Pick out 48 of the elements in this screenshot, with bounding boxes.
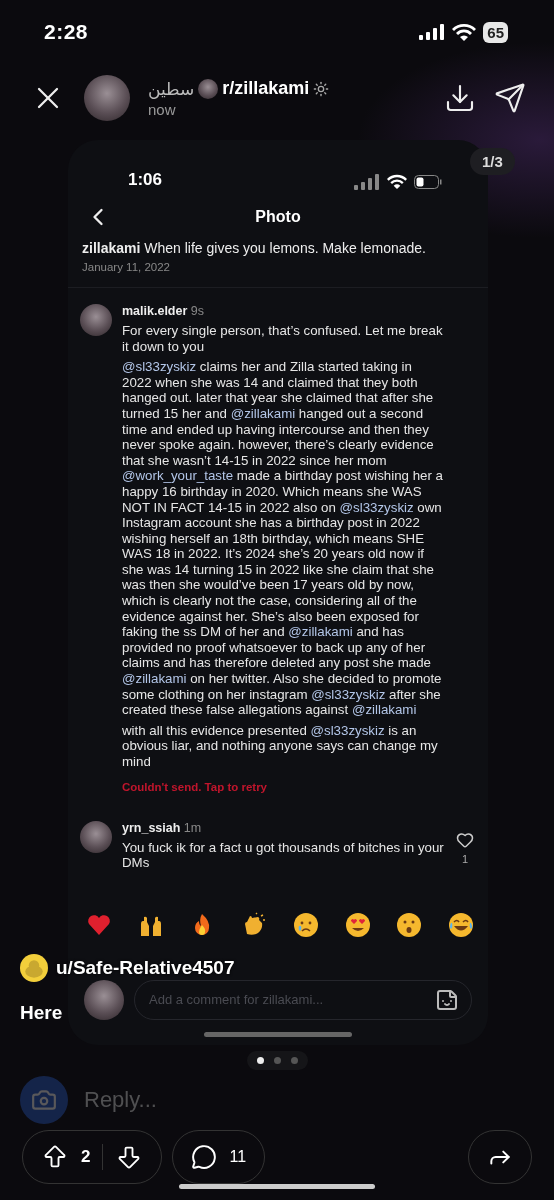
commenter-avatar xyxy=(80,304,112,336)
wifi-icon xyxy=(452,23,477,42)
page-dot[interactable] xyxy=(256,1057,264,1064)
camera-button[interactable] xyxy=(20,1076,68,1124)
user-avatar xyxy=(84,75,130,122)
send-button[interactable] xyxy=(494,82,526,115)
page-counter: 1/3 xyxy=(470,148,515,175)
comment-text: with all this evidence presented @sl33zyskiz is an obvious liar, and nothing anyone says can change my mind xyxy=(122,722,439,770)
caption: zillakami When life gives you lemons. Make lemonade. xyxy=(82,240,427,256)
like-icon[interactable] xyxy=(456,830,474,849)
battery-icon xyxy=(414,175,442,189)
reply-field[interactable]: Reply... xyxy=(82,1086,222,1114)
page-dot[interactable] xyxy=(290,1057,298,1064)
sun-icon xyxy=(313,80,330,97)
ghost-title: سطين xyxy=(148,78,195,99)
speech-bubble-icon xyxy=(191,1144,218,1170)
surprised-face-icon[interactable] xyxy=(396,912,423,938)
heart-eyes-face-icon[interactable] xyxy=(344,912,371,938)
post-author[interactable]: u/Safe-Relative4507 xyxy=(56,957,235,979)
page-dot[interactable] xyxy=(273,1057,281,1064)
comment-author[interactable]: yrn_ssiah 1m xyxy=(122,820,444,835)
comment-input[interactable]: Add a comment for zillakami... xyxy=(147,991,427,1009)
battery-level: 65 xyxy=(483,21,508,43)
comment-author[interactable]: malik.elder 9s xyxy=(122,304,444,318)
subreddit-avatar xyxy=(198,78,219,99)
like-count: 1 xyxy=(461,852,469,865)
comment-text: You fuck ik for a fact u got thousands of bitches in your DMs xyxy=(122,839,444,871)
signal-icon xyxy=(354,174,380,190)
screen-title: Photo xyxy=(255,208,301,226)
my-avatar xyxy=(84,980,124,1020)
subreddit-name[interactable]: r/zillakami xyxy=(222,78,310,100)
reddit-avatar-icon xyxy=(20,954,48,982)
camera-icon xyxy=(31,1087,57,1113)
sticker-icon[interactable] xyxy=(435,988,459,1012)
post-body: Here xyxy=(20,1002,64,1024)
laughing-face-icon[interactable] xyxy=(447,912,474,938)
vote-score: 2 xyxy=(81,1147,91,1167)
signal-icon xyxy=(419,24,446,41)
post-time: now xyxy=(148,101,177,119)
commenter-avatar xyxy=(80,820,112,853)
comment-text: For every single person, that’s confused. Let me break it down to you xyxy=(122,323,444,355)
post-date: January 11, 2022 xyxy=(82,261,172,273)
wifi-icon xyxy=(387,174,407,190)
clock-time: 1:06 xyxy=(128,170,163,190)
clock-time: 2:28 xyxy=(44,20,89,45)
crying-face-icon[interactable] xyxy=(292,912,319,938)
send-icon xyxy=(494,82,526,115)
comment-text: @sl33zyskiz claims her and Zilla started taking in 2022 when she was 14 and claimed that they both hanged out. later that year she claimed that after she turned 15 her and @zillakami hanged out a second time and ended up having intercourse and then they never spoke again. however, there’s clearly evidence that she wasn’t 14-15 in 2022 since her mom @work_your_taste made a birthday post wishing her a happy 16 birthday in 2020. Which means she WAS NOT IN FACT 14-15 in 2022 also on @sl33zyskiz own Instagram account she has a birthday post in 2022 wishing herself an 18th birthday, which means SHE WAS 18 in 2022. It’s 2024 she’s 20 years old now if she was 14 turning 15 in 2022 like she claim that she was then she would’ve been 17 years old by now, which is clearly not the case, considering all of the evidence against her. She’s also been exposed for faking the ss DM of her and @zillakami and has provided no proof whatsoever to back up any of her claims and has therefore deleted any post she made @zillakami on her twitter. Also she decided to promote some clothing on her instagram @sl33zyskiz after she created these false allegations against @zillakami xyxy=(122,359,444,718)
